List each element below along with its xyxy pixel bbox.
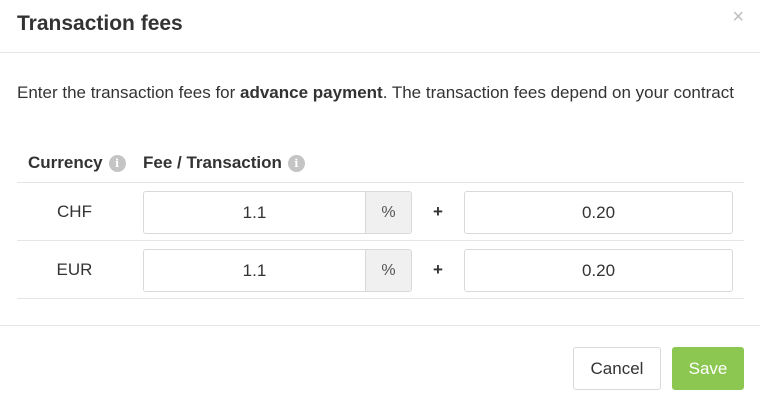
dialog-title: Transaction fees [17, 12, 183, 35]
intro-text-before: Enter the transaction fees for [17, 83, 241, 102]
plus-sign: + [433, 260, 443, 279]
percent-fee-group: % [143, 249, 412, 292]
fee-header-label: Fee / Transaction [143, 153, 282, 172]
intro-text-after: . The transaction fees depend on your co… [382, 83, 734, 102]
currency-header-label: Currency [28, 153, 103, 172]
cancel-button[interactable]: Cancel [573, 347, 661, 390]
fixed-fee-input[interactable] [464, 249, 733, 292]
fee-header: Fee / Transaction i [143, 152, 305, 174]
currency-cell: EUR [56, 260, 93, 279]
intro-text-bold: advance payment [240, 83, 383, 102]
fee-info-icon[interactable]: i [287, 154, 305, 172]
table-row-chf: CHF % + [17, 183, 744, 241]
table-header: Currency i Fee / Transaction i [17, 146, 744, 183]
close-icon[interactable]: × [732, 6, 744, 28]
percent-fee-input[interactable] [144, 250, 365, 291]
footer-divider [0, 325, 760, 326]
currency-header: Currency i [28, 152, 126, 174]
percent-fee-group: % [143, 191, 412, 234]
percent-addon: % [365, 192, 411, 233]
table-row-eur: EUR % + [17, 241, 744, 299]
plus-sign: + [433, 202, 443, 221]
dialog-header: Transaction fees × [0, 0, 760, 53]
fixed-fee-input[interactable] [464, 191, 733, 234]
intro-text: Enter the transaction fees for advance p… [17, 80, 737, 105]
currency-cell: CHF [57, 202, 92, 221]
percent-addon: % [365, 250, 411, 291]
percent-fee-input[interactable] [144, 192, 365, 233]
fees-table: Currency i Fee / Transaction i CHF % + E… [17, 146, 744, 299]
save-button[interactable]: Save [672, 347, 744, 390]
currency-info-icon[interactable]: i [108, 154, 126, 172]
